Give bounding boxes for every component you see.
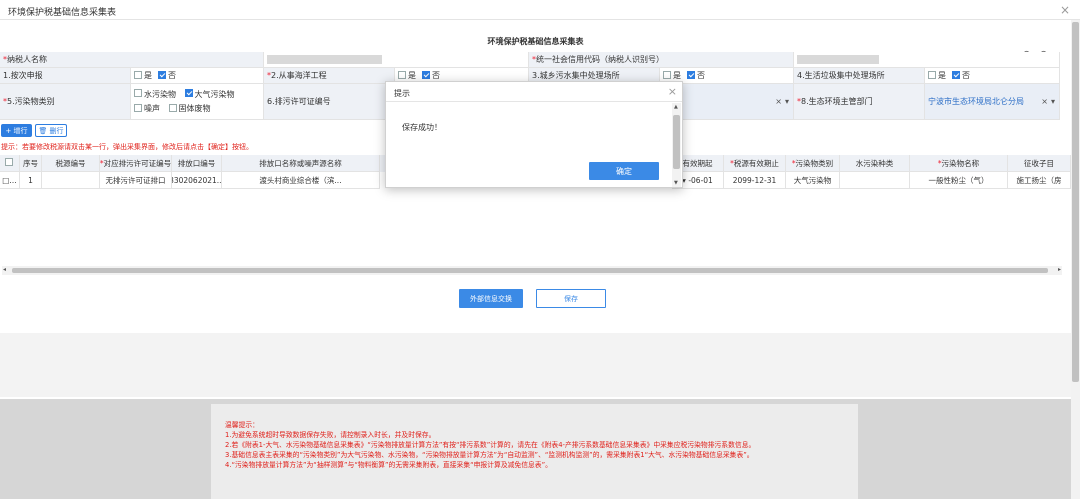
- dialog-close-icon[interactable]: ×: [668, 85, 677, 98]
- dialog-header: 提示 ×: [386, 82, 682, 102]
- scroll-up-icon[interactable]: ▲: [674, 104, 678, 110]
- scroll-down-icon[interactable]: ▼: [674, 180, 678, 186]
- modal-layer: 提示 × 保存成功！ ▲ ▼ 确定: [0, 0, 1080, 499]
- save-success-dialog: 提示 × 保存成功！ ▲ ▼ 确定: [385, 81, 683, 188]
- dialog-scrollbar-thumb[interactable]: [673, 115, 680, 169]
- dialog-scrollbar[interactable]: ▲ ▼: [672, 103, 681, 187]
- dialog-message: 保存成功！: [402, 123, 442, 132]
- dialog-ok-button[interactable]: 确定: [589, 162, 659, 180]
- dialog-title: 提示: [394, 89, 410, 98]
